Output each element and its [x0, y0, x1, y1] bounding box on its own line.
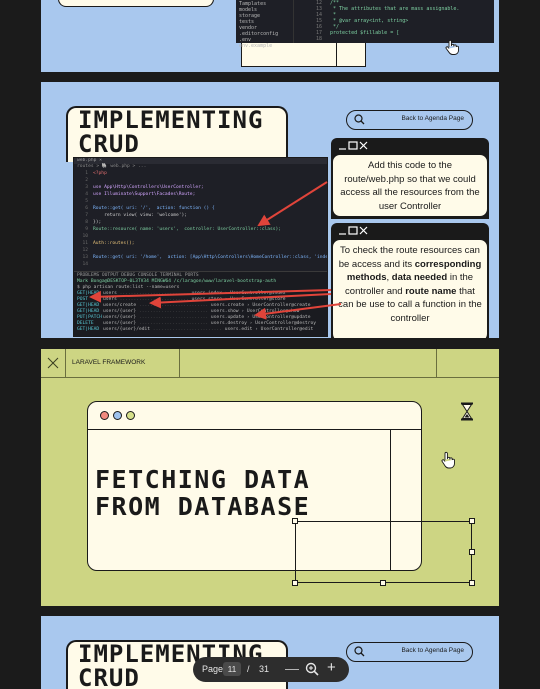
- resize-handle[interactable]: [469, 518, 475, 524]
- framework-label: LARAVEL FRAMEWORK: [72, 359, 146, 366]
- line-numbers: 12 13 14 15 16 17 18: [308, 0, 322, 42]
- resize-handle[interactable]: [292, 518, 298, 524]
- page-separator: /: [247, 664, 250, 674]
- zoom-out-button[interactable]: —: [285, 660, 299, 676]
- code-line: protected $fillable = [: [330, 30, 400, 36]
- title-line-2: FROM DATABASE: [95, 492, 311, 521]
- resize-handle[interactable]: [292, 580, 298, 586]
- arrow-to-route-resource: [257, 181, 328, 227]
- code-line: * The attributes that are mass assignabl…: [330, 6, 460, 12]
- search-icon: [354, 646, 365, 657]
- slide-title: FETCHING DATA FROM DATABASE: [95, 466, 310, 520]
- slide-2: IMPLEMENTING CRUD Back to Agenda Page we…: [41, 82, 499, 338]
- page-label: Page: [202, 664, 224, 674]
- back-to-agenda-label: Back to Agenda Page: [401, 647, 464, 654]
- resize-handle[interactable]: [380, 580, 386, 586]
- title-line-1: FETCHING DATA: [95, 465, 311, 494]
- code-lines: /** * The attributes that are mass assig…: [330, 0, 459, 36]
- slide-1: Tamplates models storage tests vendor .editor…: [41, 0, 499, 72]
- red-dot-icon: [100, 411, 109, 420]
- back-to-agenda-button[interactable]: Back to Agenda Page: [346, 642, 473, 662]
- file-tree-item[interactable]: env.example: [239, 43, 290, 49]
- hand-pointer-icon: [445, 39, 459, 55]
- resize-handle[interactable]: [469, 580, 475, 586]
- arrow-to-route-names: [254, 303, 342, 320]
- page-toolbar: Page 11 / 31 — +: [193, 657, 349, 682]
- total-pages: 31: [259, 664, 270, 674]
- line-number: 18: [315, 36, 322, 42]
- resize-handle[interactable]: [469, 549, 475, 555]
- annotation-arrows: [89, 181, 342, 320]
- file-tree: Tamplates models storage tests vendor .editor…: [236, 0, 294, 49]
- slide-3: LARAVEL FRAMEWORK FETCHING DATA FROM DAT…: [41, 349, 499, 606]
- code-editor-screenshot: Tamplates models storage tests vendor .editor…: [236, 0, 494, 49]
- selection-box[interactable]: [295, 521, 472, 583]
- yellow-dot-icon: [126, 411, 135, 420]
- zoom-icon[interactable]: [305, 662, 319, 676]
- page-number-input[interactable]: 11: [223, 662, 241, 676]
- window-titlebar: [88, 402, 421, 430]
- close-icon: [47, 357, 59, 369]
- zoom-in-button[interactable]: +: [327, 659, 336, 676]
- slide-1-card: [58, 0, 214, 7]
- blue-dot-icon: [113, 411, 122, 420]
- hand-pointer-icon: [441, 451, 455, 469]
- hourglass-icon: [461, 402, 473, 421]
